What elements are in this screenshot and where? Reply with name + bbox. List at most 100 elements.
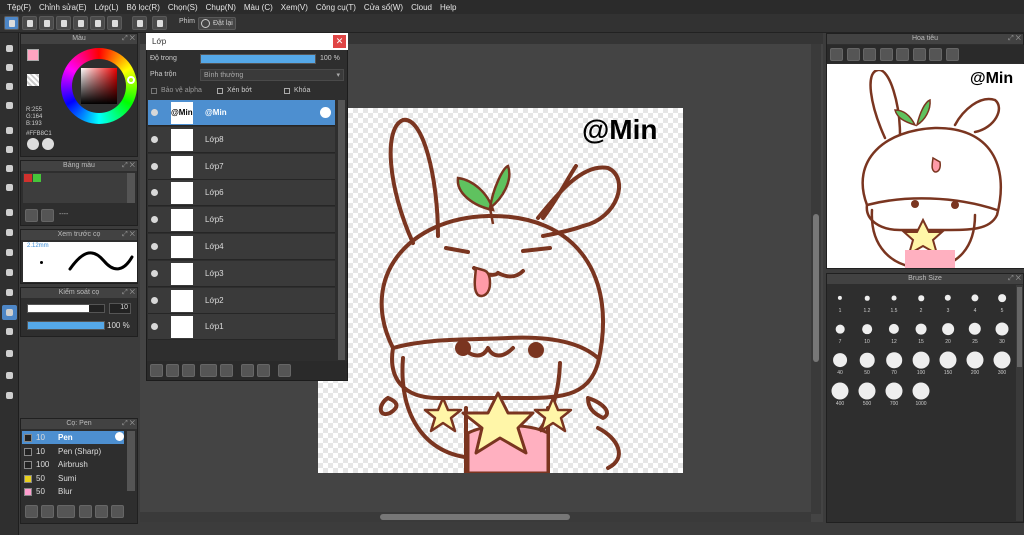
- color-swatch[interactable]: [33, 174, 41, 182]
- brush-size-option[interactable]: 100: [908, 347, 934, 377]
- add-brush-button[interactable]: [25, 505, 38, 518]
- brush-item[interactable]: 100 Airbrush: [22, 458, 124, 471]
- brush-size-option[interactable]: 70: [881, 347, 907, 377]
- layer-row[interactable]: Lớp1: [148, 314, 335, 341]
- fit-icon[interactable]: [863, 48, 876, 61]
- select-pen-tool-icon[interactable]: [2, 265, 17, 280]
- comment-button[interactable]: [39, 16, 54, 30]
- brush-size-option[interactable]: 2: [908, 285, 934, 315]
- protect-alpha-checkbox[interactable]: Bảo vệ alpha: [149, 86, 211, 97]
- select-wand-tool-icon[interactable]: [2, 245, 17, 260]
- move-tool-icon[interactable]: [2, 123, 17, 138]
- brush-size-option[interactable]: 400: [827, 378, 853, 408]
- brush-item[interactable]: 10 Pen (Sharp): [22, 445, 124, 458]
- brush-size-slider[interactable]: [27, 304, 105, 313]
- brush-item[interactable]: 50 Sumi: [22, 472, 124, 485]
- brush-size-value[interactable]: 10: [109, 303, 131, 314]
- add-layer-button[interactable]: [150, 364, 163, 377]
- clipping-checkbox[interactable]: Xén bớt: [215, 86, 277, 97]
- lock-checkbox[interactable]: Khóa: [282, 86, 344, 97]
- menu-item[interactable]: Xem(V): [277, 3, 312, 12]
- delete-layer-button[interactable]: [278, 364, 291, 377]
- brush-size-option[interactable]: 20: [935, 316, 961, 346]
- lasso-tool-icon[interactable]: [2, 98, 17, 113]
- menu-item[interactable]: Chỉnh sửa(E): [35, 3, 91, 12]
- menu-item[interactable]: Help: [436, 3, 460, 12]
- hue-picker[interactable]: [127, 76, 135, 84]
- actual-size-icon[interactable]: [879, 48, 893, 61]
- color-mix-icon[interactable]: [42, 138, 54, 150]
- horizontal-scrollbar[interactable]: [140, 512, 811, 522]
- redo-button[interactable]: [152, 16, 167, 30]
- copy-brush-button[interactable]: [41, 505, 54, 518]
- add-folder-button[interactable]: [220, 364, 233, 377]
- eye-icon[interactable]: [151, 269, 158, 277]
- eye-icon[interactable]: [151, 162, 158, 170]
- menu-item[interactable]: Cloud: [407, 3, 436, 12]
- select-eraser-tool-icon[interactable]: [2, 285, 17, 300]
- add-halftone-layer-button[interactable]: [182, 364, 195, 377]
- layer-row[interactable]: Lớp4: [148, 234, 335, 260]
- eye-icon[interactable]: [151, 216, 158, 224]
- transparent-swatch[interactable]: [27, 74, 39, 86]
- menu-item[interactable]: Chọn(S): [164, 3, 202, 12]
- eye-icon[interactable]: [151, 189, 158, 197]
- brush-size-option[interactable]: 50: [854, 347, 880, 377]
- reset-button[interactable]: Đặt lại: [198, 17, 236, 30]
- color-swatch[interactable]: [24, 174, 32, 182]
- eye-icon[interactable]: [151, 135, 158, 143]
- menu-item[interactable]: Màu (C): [240, 3, 277, 12]
- eraser-tool-icon[interactable]: [2, 60, 17, 75]
- brush-size-option[interactable]: 12: [881, 316, 907, 346]
- brush-size-option[interactable]: 500: [854, 378, 880, 408]
- layer-row[interactable]: @Min @Min: [148, 100, 335, 126]
- home-button[interactable]: [4, 16, 19, 30]
- merge-layer-button[interactable]: [257, 364, 270, 377]
- layer-menu-button[interactable]: [200, 364, 217, 377]
- select-lasso-tool-icon[interactable]: [2, 225, 17, 240]
- layer-scrollbar[interactable]: [338, 100, 345, 360]
- gradient-tool-icon[interactable]: [2, 180, 17, 195]
- settings-icon[interactable]: [945, 48, 959, 61]
- brush-size-option[interactable]: 1: [827, 285, 853, 315]
- foreground-swatch[interactable]: [27, 49, 39, 61]
- delete-brush-button[interactable]: [111, 505, 124, 518]
- window-button[interactable]: [73, 16, 88, 30]
- brush-size-scrollbar[interactable]: [1016, 285, 1023, 521]
- layer-row[interactable]: Lớp6: [148, 180, 335, 207]
- duplicate-brush-button[interactable]: [95, 505, 108, 518]
- text-tool-icon[interactable]: [2, 305, 17, 320]
- brush-size-option[interactable]: 1.2: [854, 285, 880, 315]
- menu-item[interactable]: Công cụ(T): [312, 3, 360, 12]
- scrollbar[interactable]: [127, 431, 135, 491]
- eyedropper-tool-icon[interactable]: [2, 368, 17, 383]
- magic-wand-tool-icon[interactable]: [2, 142, 17, 157]
- rect-select-tool-icon[interactable]: [2, 79, 17, 94]
- add-raster-layer-button[interactable]: [166, 364, 179, 377]
- layer-row[interactable]: Lớp8: [148, 126, 335, 153]
- eye-icon[interactable]: [151, 323, 158, 331]
- screen-button[interactable]: [90, 16, 105, 30]
- eye-icon[interactable]: [151, 296, 158, 304]
- hand-tool-icon[interactable]: [2, 388, 17, 403]
- eye-icon[interactable]: [151, 109, 158, 116]
- zoom-out-icon[interactable]: [846, 48, 860, 61]
- menu-item[interactable]: Chụp(N): [202, 3, 240, 12]
- brush-size-option[interactable]: 200: [962, 347, 988, 377]
- rotate-right-icon[interactable]: [912, 48, 926, 61]
- brush-size-option[interactable]: 300: [989, 347, 1015, 377]
- chat-button[interactable]: [56, 16, 71, 30]
- brush-opacity-slider[interactable]: [27, 321, 105, 330]
- brush-item[interactable]: 10 Pen: [22, 431, 124, 444]
- brush-size-option[interactable]: 150: [935, 347, 961, 377]
- new-set-button[interactable]: [25, 209, 38, 222]
- brush-item[interactable]: 50 Blur: [22, 485, 124, 498]
- brush-size-option[interactable]: 5: [989, 285, 1015, 315]
- layer-row[interactable]: Lớp7: [148, 153, 335, 180]
- brush-size-option[interactable]: 15: [908, 316, 934, 346]
- menu-item[interactable]: Cửa sổ(W): [360, 3, 407, 12]
- layer-row[interactable]: Lớp5: [148, 207, 335, 234]
- blend-mode-select[interactable]: Bình thường ▾: [200, 69, 344, 81]
- menu-item[interactable]: Lớp(L): [91, 3, 123, 12]
- brush-size-option[interactable]: 3: [935, 285, 961, 315]
